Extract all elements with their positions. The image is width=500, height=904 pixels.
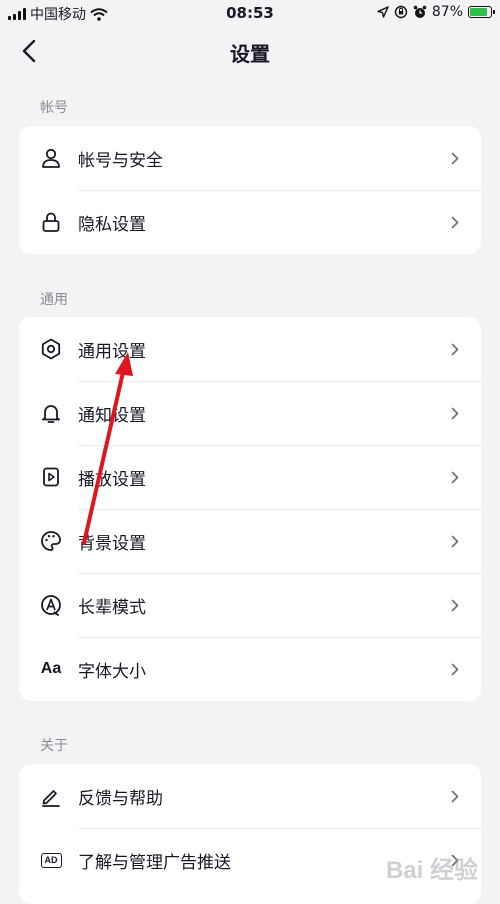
background-settings-row[interactable]: 背景设置 — [19, 509, 481, 573]
notification-settings-row[interactable]: 通知设置 — [19, 381, 481, 445]
chevron-right-icon — [449, 598, 461, 612]
font-size-icon: Aa — [39, 657, 63, 681]
nav-bar: 设置 — [0, 26, 500, 76]
chevron-right-icon — [449, 789, 461, 803]
play-icon — [39, 465, 63, 489]
elder-mode-icon — [39, 593, 63, 617]
general-settings-row[interactable]: 通用设置 — [19, 317, 481, 381]
location-icon — [377, 6, 389, 18]
row-label: 字体大小 — [78, 661, 146, 682]
gear-icon — [39, 337, 63, 361]
chevron-right-icon — [449, 151, 461, 165]
watermark: Bai 经验 — [385, 857, 478, 884]
lock-icon — [39, 210, 63, 234]
row-label: 隐私设置 — [78, 214, 146, 235]
row-label: 通用设置 — [78, 341, 146, 362]
lock-rotation-icon — [394, 5, 408, 19]
page-title: 设置 — [230, 42, 270, 66]
account-security-row[interactable]: 帐号与安全 — [19, 126, 481, 190]
feedback-help-row[interactable]: 反馈与帮助 — [19, 764, 481, 828]
row-label: 播放设置 — [78, 469, 146, 490]
ad-icon-text: AD — [40, 852, 62, 868]
general-card: 通用设置 通知设置 播放设置 背景设置 长辈模式 Aa 字体大小 — [19, 317, 481, 701]
bell-icon — [39, 401, 63, 425]
chevron-right-icon — [449, 406, 461, 420]
font-size-icon-text: Aa — [40, 660, 62, 677]
status-right: 87% — [377, 4, 495, 20]
section-header-about: 关于 — [40, 738, 68, 754]
person-icon — [39, 146, 63, 170]
battery-percent: 87% — [431, 4, 463, 20]
row-label: 帐号与安全 — [78, 150, 163, 171]
battery-icon — [468, 6, 495, 18]
chevron-right-icon — [449, 342, 461, 356]
section-header-general: 通用 — [40, 292, 68, 308]
battery-level — [470, 8, 487, 16]
chevron-right-icon — [449, 534, 461, 548]
ad-icon: AD — [39, 848, 63, 872]
palette-icon — [39, 529, 63, 553]
row-label: 背景设置 — [78, 533, 146, 554]
account-card: 帐号与安全 隐私设置 — [19, 126, 481, 254]
chevron-right-icon — [449, 470, 461, 484]
pencil-icon — [39, 784, 63, 808]
chevron-right-icon — [449, 215, 461, 229]
row-label: 了解与管理广告推送 — [78, 852, 231, 873]
row-label: 反馈与帮助 — [78, 788, 163, 809]
row-label: 长辈模式 — [78, 597, 146, 618]
elder-mode-row[interactable]: 长辈模式 — [19, 573, 481, 637]
font-size-row[interactable]: Aa 字体大小 — [19, 637, 481, 701]
row-label: 通知设置 — [78, 405, 146, 426]
section-header-account: 帐号 — [40, 100, 68, 116]
playback-settings-row[interactable]: 播放设置 — [19, 445, 481, 509]
privacy-settings-row[interactable]: 隐私设置 — [19, 190, 481, 254]
alarm-icon — [413, 5, 427, 19]
status-bar: 中国移动 08:53 87% — [0, 0, 500, 26]
chevron-right-icon — [449, 662, 461, 676]
